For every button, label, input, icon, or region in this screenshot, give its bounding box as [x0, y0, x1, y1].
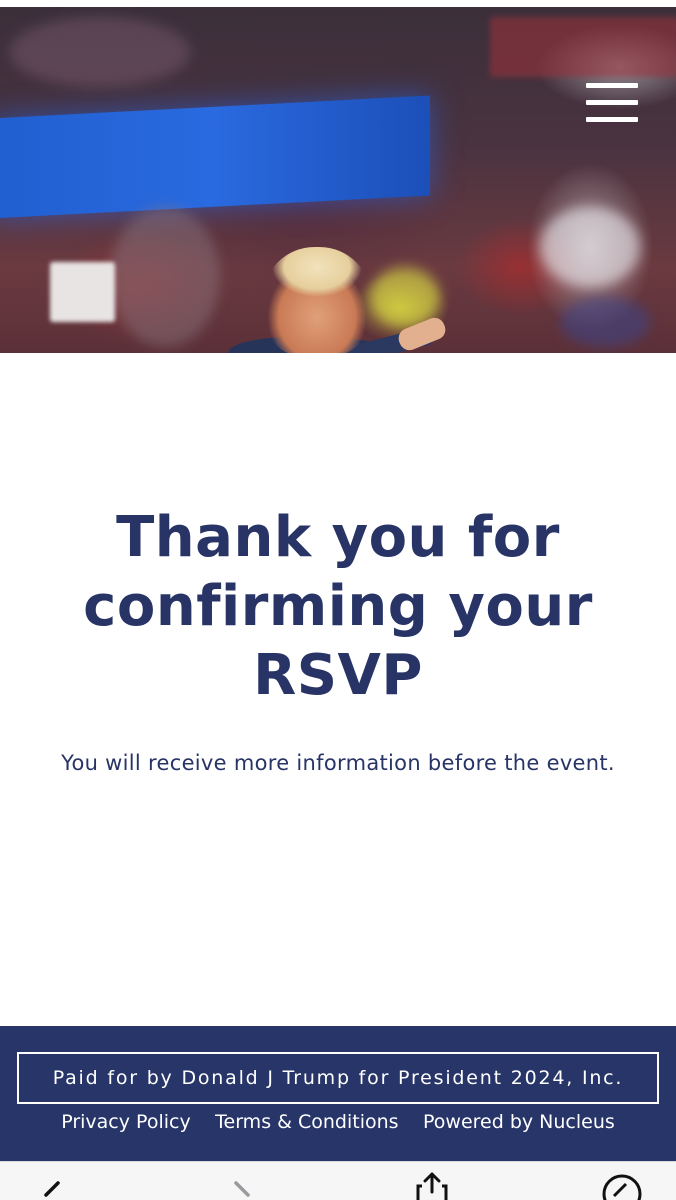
paid-for-disclaimer: Paid for by Donald J Trump for President… — [17, 1052, 659, 1104]
forward-arrow-icon[interactable] — [220, 1178, 264, 1200]
page-footer: Paid for by Donald J Trump for President… — [0, 1026, 676, 1161]
headline-line: Thank you for — [116, 505, 560, 570]
hero-crowd-blur — [110, 207, 220, 347]
share-icon[interactable] — [410, 1172, 454, 1200]
menu-bar — [586, 117, 638, 122]
hero-crowd-banner — [490, 17, 676, 77]
headline-line: confirming your — [83, 574, 593, 639]
confirmation-subtext: You will receive more information before… — [61, 751, 615, 775]
confirmation-headline: Thank you for confirming your RSVP — [40, 503, 636, 710]
headline-line: RSVP — [253, 643, 423, 708]
menu-bar — [586, 100, 638, 105]
terms-conditions-link[interactable]: Terms & Conditions — [215, 1108, 398, 1136]
hero-figure-head — [262, 247, 372, 353]
hero-crowd-blur — [560, 297, 650, 347]
powered-by-nucleus-link[interactable]: Powered by Nucleus — [423, 1108, 615, 1136]
footer-links: Privacy Policy Terms & Conditions Powere… — [0, 1108, 676, 1138]
menu-bar — [586, 83, 638, 88]
hero-crowd-blur — [10, 17, 190, 87]
hero-jumbotron — [0, 95, 430, 219]
hero-banner-image — [0, 7, 676, 353]
compass-icon[interactable] — [600, 1172, 644, 1200]
hamburger-menu-icon[interactable] — [580, 77, 644, 129]
hero-crowd-blur — [540, 207, 640, 287]
top-strip — [0, 0, 676, 7]
confirmation-content: Thank you for confirming your RSVP You w… — [0, 353, 676, 1026]
hero-crowd-sign — [50, 262, 115, 322]
back-arrow-icon[interactable] — [32, 1178, 76, 1200]
rsvp-confirmation-page: Thank you for confirming your RSVP You w… — [0, 0, 676, 1200]
browser-toolbar — [0, 1161, 676, 1200]
privacy-policy-link[interactable]: Privacy Policy — [61, 1108, 190, 1136]
